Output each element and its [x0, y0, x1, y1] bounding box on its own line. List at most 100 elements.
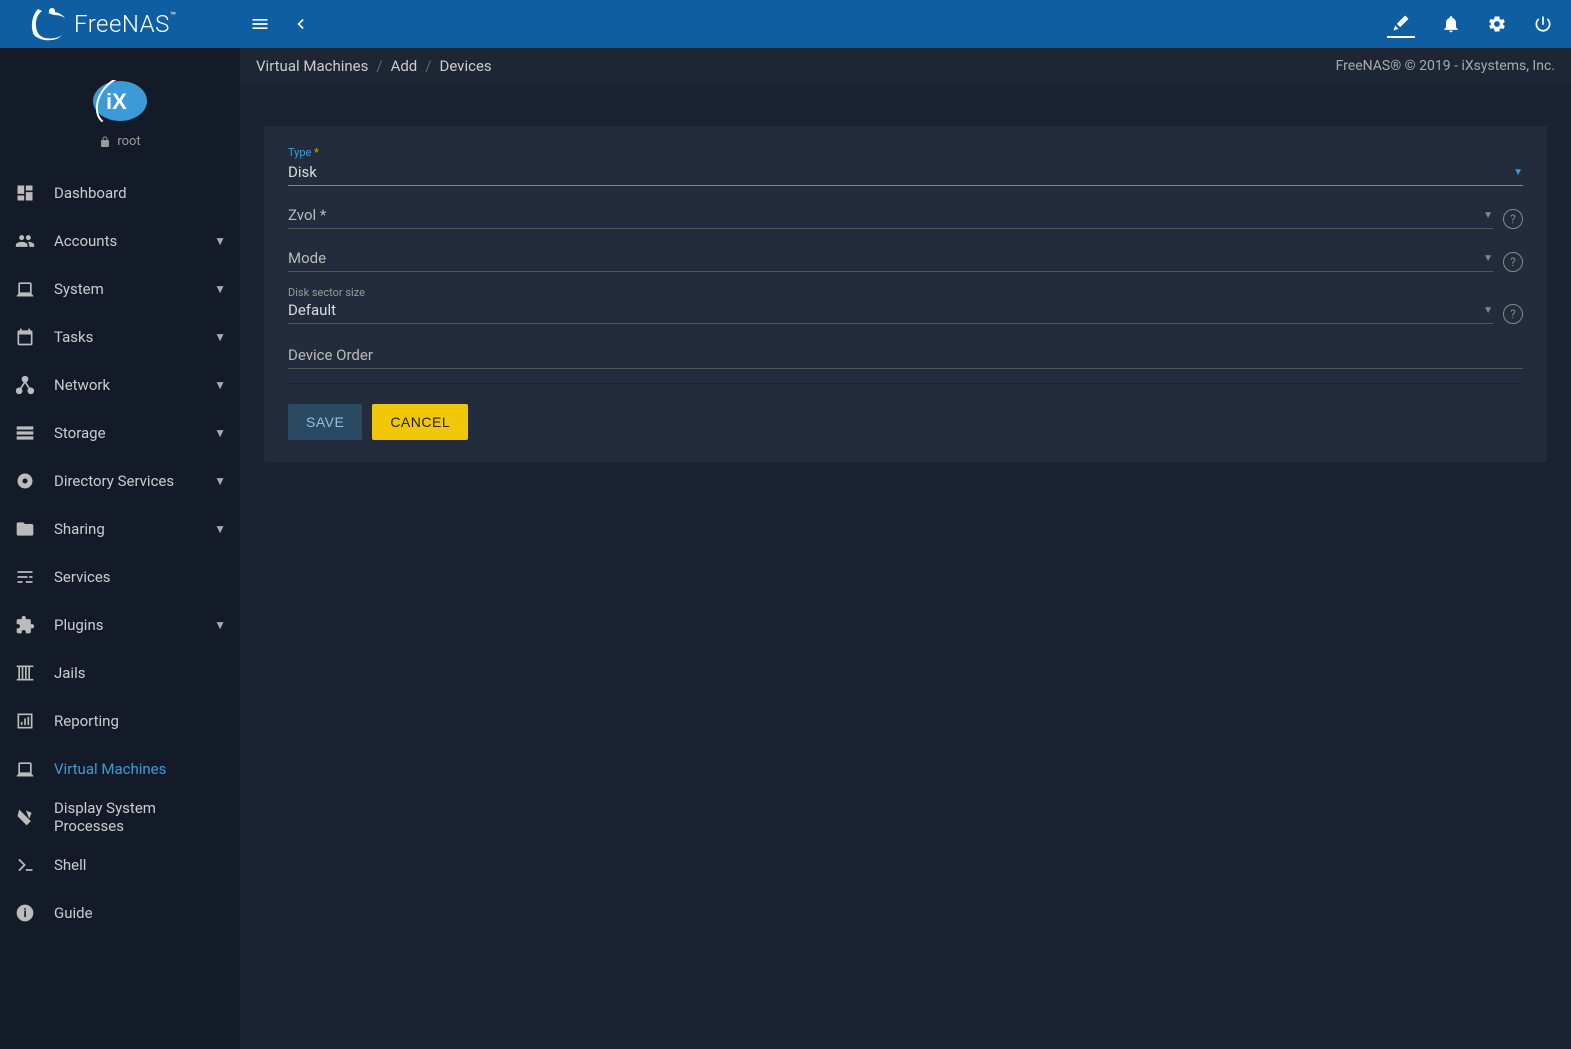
share-icon	[14, 375, 36, 395]
sidebar-item-system[interactable]: System▼	[0, 265, 240, 313]
help-icon[interactable]: ?	[1503, 252, 1523, 272]
order-field: Device Order	[288, 338, 1523, 369]
chevron-left-icon	[290, 14, 310, 34]
sidebar-item-label: Tasks	[54, 328, 196, 346]
topbar: FreeNAS ™	[0, 0, 1571, 48]
chevron-down-icon: ▼	[1483, 253, 1493, 264]
zvol-label: Zvol *	[288, 206, 1483, 224]
chevron-down-icon: ▼	[214, 378, 226, 392]
sidebar-item-dashboard[interactable]: Dashboard	[0, 169, 240, 217]
power-button[interactable]	[1523, 4, 1563, 44]
sector-value: Default	[288, 301, 1483, 319]
type-value: Disk	[288, 163, 1513, 181]
sidebar-item-shell[interactable]: Shell	[0, 841, 240, 889]
chevron-down-icon: ▼	[214, 522, 226, 536]
mode-field: Mode ▼ ?	[288, 243, 1523, 272]
sidebar-item-network[interactable]: Network▼	[0, 361, 240, 409]
sidebar-item-label: Dashboard	[54, 184, 226, 202]
hamburger-icon	[250, 14, 270, 34]
sidebar-item-label: Guide	[54, 904, 226, 922]
cancel-button[interactable]: CANCEL	[372, 404, 468, 440]
type-field: Type * Disk ▼	[288, 144, 1523, 186]
process-icon	[14, 807, 36, 827]
chevron-down-icon: ▼	[214, 474, 226, 488]
button-row: SAVE CANCEL	[288, 404, 1523, 440]
breadcrumb-separator: /	[425, 57, 431, 75]
zvol-select[interactable]: Zvol * ▼	[288, 200, 1493, 229]
form-card: Type * Disk ▼ Zvol * ▼ ?	[264, 126, 1547, 462]
sidebar-item-label: Services	[54, 568, 226, 586]
svg-text:i: i	[23, 906, 26, 920]
sidebar-item-accounts[interactable]: Accounts ▼	[0, 217, 240, 265]
ix-logo-icon: iX	[92, 80, 148, 122]
menu-toggle-button[interactable]	[240, 4, 280, 44]
sidebar-item-tasks[interactable]: Tasks▼	[0, 313, 240, 361]
back-button[interactable]	[280, 4, 320, 44]
sidebar-item-sharing[interactable]: Sharing ▼	[0, 505, 240, 553]
target-icon	[14, 471, 36, 491]
order-input[interactable]: Device Order	[288, 338, 1523, 369]
sidebar-item-label: Display System Processes	[54, 799, 226, 835]
sidebar-item-services[interactable]: Services	[0, 553, 240, 601]
tune-icon	[14, 567, 36, 587]
zvol-field: Zvol * ▼ ?	[288, 200, 1523, 229]
chevron-down-icon: ▼	[1513, 167, 1523, 178]
svg-text:iX: iX	[106, 89, 127, 114]
breadcrumb-item[interactable]: Virtual Machines	[256, 57, 368, 75]
brand-text: FreeNAS	[74, 10, 170, 38]
mode-select[interactable]: Mode ▼	[288, 243, 1493, 272]
sidebar-item-label: Directory Services	[54, 472, 196, 490]
jail-icon	[14, 663, 36, 683]
notifications-button[interactable]	[1431, 4, 1471, 44]
chevron-down-icon: ▼	[214, 234, 226, 248]
lock-icon	[99, 136, 111, 148]
sector-label: Disk sector size	[288, 286, 1493, 299]
dashboard-icon	[14, 183, 36, 203]
sidebar-item-plugins[interactable]: Plugins▼	[0, 601, 240, 649]
sidebar-item-display-system-processes[interactable]: Display System Processes	[0, 793, 240, 841]
sidebar-item-label: Plugins	[54, 616, 196, 634]
help-icon[interactable]: ?	[1503, 209, 1523, 229]
sector-select[interactable]: Default ▼	[288, 299, 1493, 324]
sidebar-item-storage[interactable]: Storage ▼	[0, 409, 240, 457]
chevron-down-icon: ▼	[214, 282, 226, 296]
sidebar-item-jails[interactable]: Jails	[0, 649, 240, 697]
sidebar-item-reporting[interactable]: Reporting	[0, 697, 240, 745]
save-button[interactable]: SAVE	[288, 404, 362, 440]
sidebar: iX root DashboardAccounts▼System▼Tasks▼N…	[0, 48, 240, 1049]
breadcrumb-item[interactable]: Add	[391, 57, 418, 75]
laptop-icon	[14, 279, 36, 299]
chevron-down-icon: ▼	[1483, 305, 1493, 316]
type-select[interactable]: Disk ▼	[288, 157, 1523, 186]
mode-label: Mode	[288, 249, 1483, 267]
sidebar-item-label: Accounts	[54, 232, 196, 250]
settings-button[interactable]	[1477, 4, 1517, 44]
trademark: ™	[170, 11, 176, 22]
sidebar-item-label: Reporting	[54, 712, 226, 730]
sidebar-item-guide[interactable]: i Guide	[0, 889, 240, 937]
chevron-down-icon: ▼	[214, 426, 226, 440]
help-icon[interactable]: ?	[1503, 304, 1523, 324]
content: Type * Disk ▼ Zvol * ▼ ?	[240, 84, 1571, 504]
chevron-down-icon: ▼	[1483, 210, 1493, 221]
sidebar-item-label: Storage	[54, 424, 196, 442]
laptop-icon	[14, 759, 36, 779]
bell-icon	[1441, 14, 1461, 34]
breadcrumb-separator: /	[376, 57, 382, 75]
breadcrumb: Virtual Machines / Add / Devices FreeNAS…	[240, 48, 1571, 84]
terminal-icon	[14, 855, 36, 875]
nav: DashboardAccounts▼System▼Tasks▼Network▼S…	[0, 159, 240, 937]
gear-icon	[1487, 14, 1507, 34]
sidebar-item-label: Sharing	[54, 520, 196, 538]
sector-field: Disk sector size Default ▼ ?	[288, 286, 1523, 324]
chart-icon	[14, 711, 36, 731]
theme-button[interactable]	[1387, 10, 1415, 38]
logo-area: FreeNAS ™	[8, 5, 240, 43]
sidebar-brand: iX root	[0, 58, 240, 159]
sidebar-item-virtual-machines[interactable]: Virtual Machines	[0, 745, 240, 793]
people-icon	[14, 231, 36, 251]
sidebar-item-directory-services[interactable]: Directory Services ▼	[0, 457, 240, 505]
sidebar-item-label: Virtual Machines	[54, 760, 226, 778]
storage-icon	[14, 423, 36, 443]
username: root	[117, 134, 140, 149]
